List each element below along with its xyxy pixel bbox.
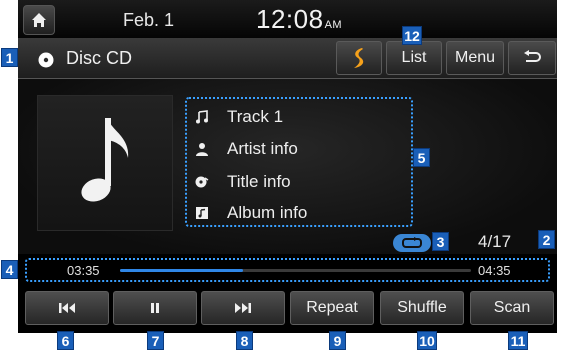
artist-row: Artist info bbox=[195, 139, 298, 159]
clock-display: 12:08AM bbox=[256, 4, 342, 35]
playback-controls: Repeat Shuffle Scan bbox=[18, 289, 557, 329]
callout-1: 1 bbox=[1, 48, 18, 67]
callout-12: 12 bbox=[402, 26, 422, 45]
sound-effect-button[interactable] bbox=[336, 41, 382, 75]
next-button[interactable] bbox=[201, 291, 285, 325]
source-title: Disc CD bbox=[66, 48, 132, 68]
callout-3: 3 bbox=[432, 232, 449, 251]
title-info: Title info bbox=[227, 172, 291, 191]
progress-row: 03:35 04:35 bbox=[25, 258, 550, 282]
repeat-icon bbox=[402, 237, 422, 248]
home-icon bbox=[32, 13, 46, 27]
music-note-icon bbox=[81, 118, 129, 202]
total-time: 04:35 bbox=[478, 263, 511, 278]
callout-5: 5 bbox=[413, 148, 430, 167]
album-row: Album info bbox=[195, 203, 307, 223]
person-icon bbox=[196, 143, 208, 156]
disc-note-icon bbox=[195, 176, 209, 188]
title-row: Title info bbox=[195, 172, 291, 192]
callout-7: 7 bbox=[147, 331, 164, 350]
album-info: Album info bbox=[227, 203, 308, 222]
track-name: Track 1 bbox=[227, 107, 284, 126]
callout-9: 9 bbox=[329, 331, 346, 350]
progress-fill bbox=[120, 269, 243, 272]
clock-time: 12:08 bbox=[256, 4, 324, 34]
status-bar: Feb. 1 12:08AM bbox=[18, 0, 557, 38]
repeat-status-badge bbox=[393, 234, 431, 252]
date-display: Feb. 1 bbox=[123, 10, 175, 30]
track-info-box: Track 1 Artist info Title info Album inf… bbox=[185, 97, 413, 227]
shuffle-button[interactable]: Shuffle bbox=[380, 291, 464, 325]
track-row: Track 1 bbox=[195, 107, 283, 127]
repeat-button[interactable]: Repeat bbox=[290, 291, 374, 325]
callout-11: 11 bbox=[508, 331, 528, 350]
back-button[interactable] bbox=[508, 41, 556, 75]
callout-10: 10 bbox=[417, 331, 437, 350]
callout-8: 8 bbox=[236, 331, 253, 350]
track-count: 4/17 bbox=[478, 232, 512, 251]
album-icon bbox=[196, 207, 208, 219]
head-unit-screen: Feb. 1 12:08AM Disc CD List Menu Track 1… bbox=[18, 0, 557, 333]
pause-icon bbox=[151, 303, 159, 313]
progress-bar[interactable] bbox=[120, 269, 471, 272]
pause-button[interactable] bbox=[113, 291, 197, 325]
note-icon bbox=[196, 110, 208, 124]
disc-icon bbox=[38, 52, 54, 68]
scan-button[interactable]: Scan bbox=[470, 291, 554, 325]
title-bar: Disc CD List Menu bbox=[18, 38, 557, 79]
home-button[interactable] bbox=[23, 5, 55, 35]
album-art bbox=[37, 95, 173, 231]
now-playing-panel: Track 1 Artist info Title info Album inf… bbox=[18, 79, 557, 254]
sound-effect-icon bbox=[354, 48, 364, 68]
elapsed-time: 03:35 bbox=[67, 263, 100, 278]
clock-ampm: AM bbox=[324, 19, 343, 31]
previous-button[interactable] bbox=[25, 291, 109, 325]
skip-previous-icon bbox=[59, 303, 75, 313]
artist-info: Artist info bbox=[227, 139, 298, 158]
back-icon bbox=[524, 50, 541, 62]
menu-button[interactable]: Menu bbox=[446, 41, 504, 75]
callout-4: 4 bbox=[1, 260, 18, 279]
callout-6: 6 bbox=[57, 331, 74, 350]
list-button[interactable]: List bbox=[386, 41, 442, 75]
skip-next-icon bbox=[235, 303, 251, 313]
callout-2: 2 bbox=[538, 230, 555, 249]
